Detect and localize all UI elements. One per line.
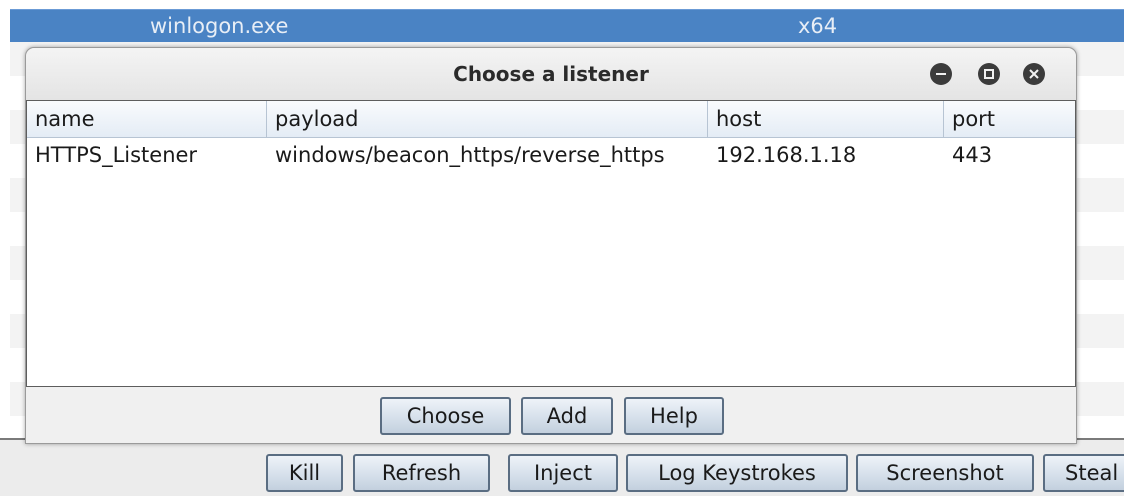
close-icon[interactable] [1023,63,1045,85]
column-header-name[interactable]: name [27,101,267,137]
process-table-selected-row[interactable]: winlogon.exe x64 [10,9,1124,43]
minimize-icon[interactable] [930,63,952,85]
table-header: name payload host port [27,101,1075,138]
kill-button[interactable]: Kill [266,454,343,492]
add-button[interactable]: Add [521,397,613,435]
process-name-cell: winlogon.exe [150,14,289,38]
inject-button[interactable]: Inject [508,454,618,492]
dialog-titlebar[interactable]: Choose a listener [26,48,1076,100]
dialog-title: Choose a listener [453,62,649,86]
process-arch-cell: x64 [798,14,838,38]
column-header-payload[interactable]: payload [267,101,708,137]
screenshot-button[interactable]: Screenshot [856,454,1034,492]
choose-listener-dialog: Choose a listener name payload host port… [25,47,1077,444]
help-button[interactable]: Help [624,397,724,435]
listener-port-cell: 443 [952,143,993,167]
table-row[interactable]: HTTPS_Listener windows/beacon_https/reve… [27,137,1075,173]
maximize-icon[interactable] [978,63,1000,85]
process-toolbar: Kill Refresh Inject Log Keystrokes Scree… [0,440,1124,496]
column-header-host[interactable]: host [708,101,944,137]
refresh-button[interactable]: Refresh [353,454,490,492]
log-keystrokes-button[interactable]: Log Keystrokes [626,454,848,492]
choose-button[interactable]: Choose [380,397,511,435]
listener-name-cell: HTTPS_Listener [35,143,198,167]
column-header-port[interactable]: port [944,101,1075,137]
listener-payload-cell: windows/beacon_https/reverse_https [275,143,665,167]
steal-token-button[interactable]: Steal [1043,454,1124,492]
listener-table: name payload host port HTTPS_Listener wi… [26,100,1076,387]
listener-host-cell: 192.168.1.18 [716,143,857,167]
